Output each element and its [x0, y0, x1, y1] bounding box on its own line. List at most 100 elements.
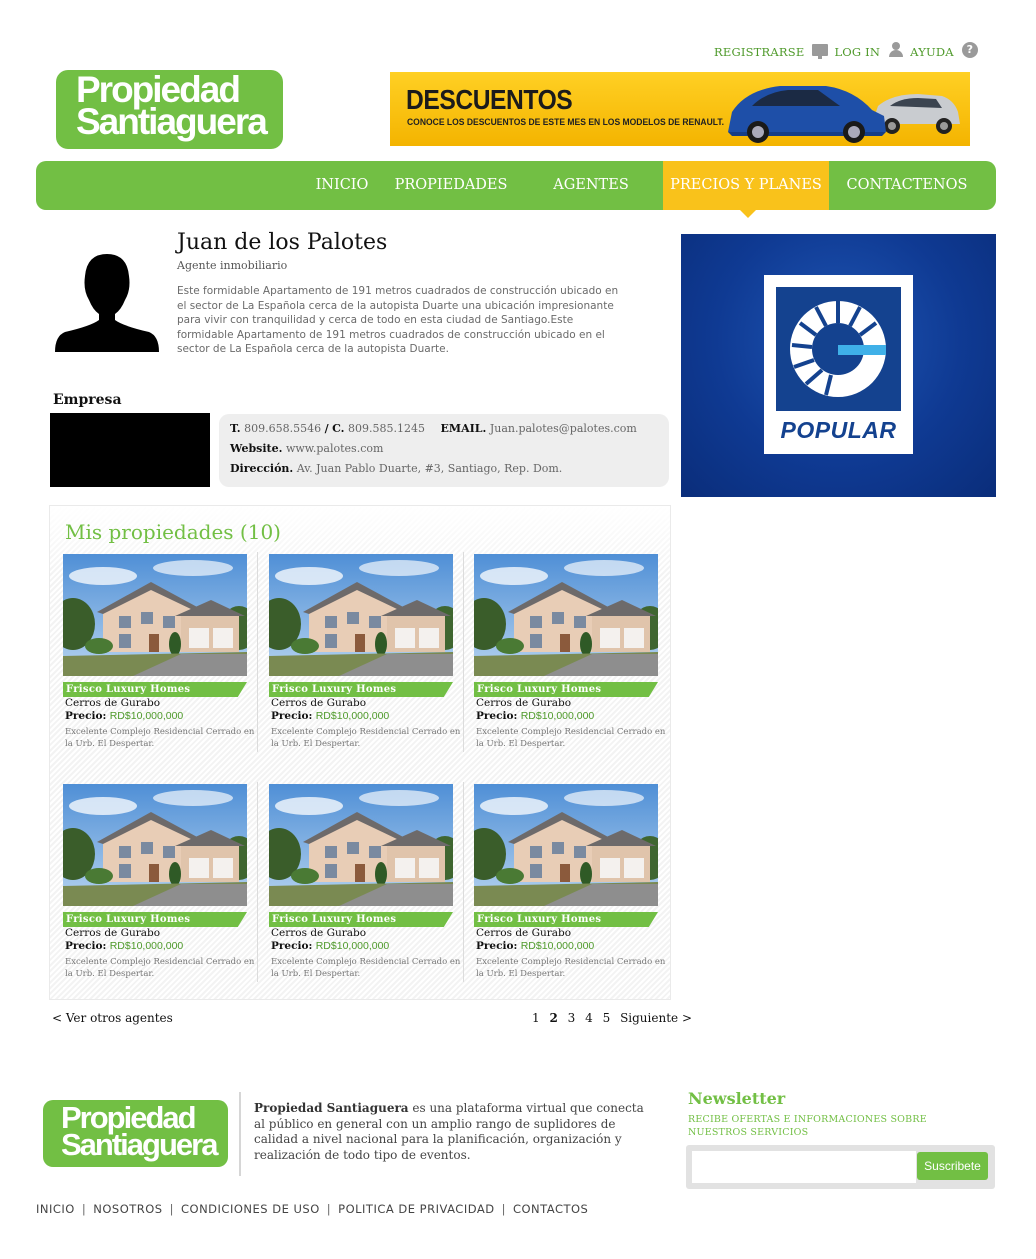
house-photo: [474, 554, 658, 676]
page-5[interactable]: 5: [603, 1011, 611, 1025]
price-value: RD$10,000,000: [315, 940, 390, 952]
banner-subtitle: CONOCE LOS DESCUENTOS DE ESTE MES EN LOS…: [407, 117, 725, 128]
contact-website: Website. www.palotes.com: [230, 442, 669, 462]
property-description: Excelente Complejo Residencial Cerrado e…: [271, 727, 461, 749]
property-card[interactable]: Frisco Luxury Homes Cerros de Gurabo Preci…: [474, 554, 665, 764]
property-card[interactable]: Frisco Luxury Homes Cerros de Gurabo Preci…: [269, 784, 461, 994]
page-1[interactable]: 1: [532, 1011, 540, 1025]
house-photo: [63, 784, 247, 906]
property-location: Cerros de Gurabo: [476, 927, 572, 939]
property-location: Cerros de Gurabo: [271, 697, 367, 709]
site-logo[interactable]: Propiedad Santiaguera: [56, 70, 283, 149]
subscribe-button[interactable]: Suscribete: [917, 1152, 988, 1180]
user-icon: [888, 41, 904, 57]
property-location: Cerros de Gurabo: [476, 697, 572, 709]
price-label: Precio:: [65, 710, 107, 722]
property-name[interactable]: Frisco Luxury Homes: [63, 912, 247, 927]
monitor-icon: [812, 44, 829, 59]
property-name[interactable]: Frisco Luxury Homes: [269, 912, 453, 927]
footer-link-condiciones[interactable]: CONDICIONES DE USO: [181, 1202, 320, 1216]
property-photo[interactable]: [474, 784, 658, 906]
house-photo: [269, 784, 453, 906]
property-name[interactable]: Frisco Luxury Homes: [63, 682, 247, 697]
footer-logo[interactable]: Propiedad Santiaguera: [43, 1100, 228, 1167]
house-photo: [269, 554, 453, 676]
page-4[interactable]: 4: [585, 1011, 593, 1025]
property-price: Precio: RD$10,000,000: [476, 940, 594, 952]
email-label: EMAIL.: [440, 422, 487, 435]
house-photo: [474, 784, 658, 906]
property-description: Excelente Complejo Residencial Cerrado e…: [65, 727, 255, 749]
property-location: Cerros de Gurabo: [65, 927, 161, 939]
property-location: Cerros de Gurabo: [65, 697, 161, 709]
footer-link-inicio[interactable]: INICIO: [36, 1202, 75, 1216]
email-value[interactable]: Juan.palotes@palotes.com: [490, 422, 637, 435]
price-value: RD$10,000,000: [109, 940, 184, 952]
phone-separator: /: [324, 422, 329, 435]
property-photo[interactable]: [269, 784, 453, 906]
property-name[interactable]: Frisco Luxury Homes: [474, 912, 658, 927]
property-photo[interactable]: [63, 554, 247, 676]
newsletter-title: Newsletter: [688, 1089, 786, 1108]
property-name[interactable]: Frisco Luxury Homes: [269, 682, 453, 697]
website-value[interactable]: www.palotes.com: [286, 442, 383, 455]
property-card[interactable]: Frisco Luxury Homes Cerros de Gurabo Preci…: [63, 784, 255, 994]
property-description: Excelente Complejo Residencial Cerrado e…: [65, 957, 255, 979]
empresa-logo: [50, 413, 210, 487]
property-price: Precio: RD$10,000,000: [65, 940, 183, 952]
price-value: RD$10,000,000: [109, 710, 184, 722]
property-price: Precio: RD$10,000,000: [476, 710, 594, 722]
cell-value: 809.585.1245: [348, 422, 426, 435]
ver-otros-agentes-link[interactable]: < Ver otros agentes: [52, 1011, 173, 1025]
footer-link-contactos[interactable]: CONTACTOS: [513, 1202, 588, 1216]
nav-propiedades[interactable]: PROPIEDADES: [388, 161, 514, 210]
footer-link-separator: |: [169, 1202, 174, 1216]
next-page-link[interactable]: Siguiente >: [620, 1011, 692, 1025]
contact-box: T. 809.658.5546 / C. 809.585.1245 EMAIL.…: [219, 414, 669, 487]
agent-role: Agente inmobiliario: [177, 259, 288, 272]
nav-active-indicator: [740, 210, 756, 218]
login-link[interactable]: LOG IN: [834, 45, 880, 59]
properties-title: Mis propiedades (10): [65, 520, 281, 544]
nav-agentes[interactable]: AGENTES: [536, 161, 646, 210]
newsletter-form: Suscribete: [686, 1145, 995, 1189]
register-link[interactable]: REGISTRARSE: [714, 45, 804, 59]
footer-about: Propiedad Santiaguera es una plataforma …: [254, 1101, 644, 1164]
contact-address: Dirección. Av. Juan Pablo Duarte, #3, Sa…: [230, 462, 669, 482]
address-value: Av. Juan Pablo Duarte, #3, Santiago, Rep…: [296, 462, 563, 475]
price-label: Precio:: [476, 940, 518, 952]
page-2-current[interactable]: 2: [549, 1011, 557, 1025]
property-location: Cerros de Gurabo: [271, 927, 367, 939]
footer-link-privacidad[interactable]: POLITICA DE PRIVACIDAD: [338, 1202, 494, 1216]
nav-contactenos[interactable]: CONTACTENOS: [836, 161, 978, 210]
price-value: RD$10,000,000: [315, 710, 390, 722]
newsletter-subtitle: RECIBE OFERTAS E INFORMACIONES SOBRE NUE…: [688, 1114, 927, 1138]
page-3[interactable]: 3: [568, 1011, 576, 1025]
newsletter-email-input[interactable]: [692, 1151, 916, 1183]
property-photo[interactable]: [63, 784, 247, 906]
popular-ad[interactable]: POPULAR: [681, 234, 996, 497]
property-name[interactable]: Frisco Luxury Homes: [474, 682, 658, 697]
agent-name: Juan de los Palotes: [177, 230, 388, 255]
agent-description: Este formidable Apartamento de 191 metro…: [177, 285, 619, 356]
property-price: Precio: RD$10,000,000: [65, 710, 183, 722]
card-divider: [463, 552, 464, 752]
property-description: Excelente Complejo Residencial Cerrado e…: [271, 957, 461, 979]
help-link[interactable]: AYUDA: [910, 45, 954, 59]
card-divider: [257, 782, 258, 982]
property-photo[interactable]: [474, 554, 658, 676]
property-card[interactable]: Frisco Luxury Homes Cerros de Gurabo Preci…: [63, 554, 255, 764]
banner-title: DESCUENTOS: [406, 84, 573, 115]
property-card[interactable]: Frisco Luxury Homes Cerros de Gurabo Preci…: [474, 784, 665, 994]
footer-links: INICIO | NOSOTROS | CONDICIONES DE USO | POLIT…: [36, 1202, 588, 1216]
property-card[interactable]: Frisco Luxury Homes Cerros de Gurabo Preci…: [269, 554, 461, 764]
footer-link-nosotros[interactable]: NOSOTROS: [93, 1202, 162, 1216]
property-photo[interactable]: [269, 554, 453, 676]
promo-banner[interactable]: DESCUENTOS CONOCE LOS DESCUENTOS DE ESTE…: [390, 72, 970, 146]
help-icon[interactable]: ?: [961, 42, 978, 58]
nav-precios-y-planes[interactable]: PRECIOS Y PLANES: [663, 161, 829, 210]
phone-label: T.: [230, 422, 241, 435]
card-divider: [257, 552, 258, 752]
price-label: Precio:: [271, 710, 313, 722]
nav-inicio[interactable]: INICIO: [306, 161, 378, 210]
